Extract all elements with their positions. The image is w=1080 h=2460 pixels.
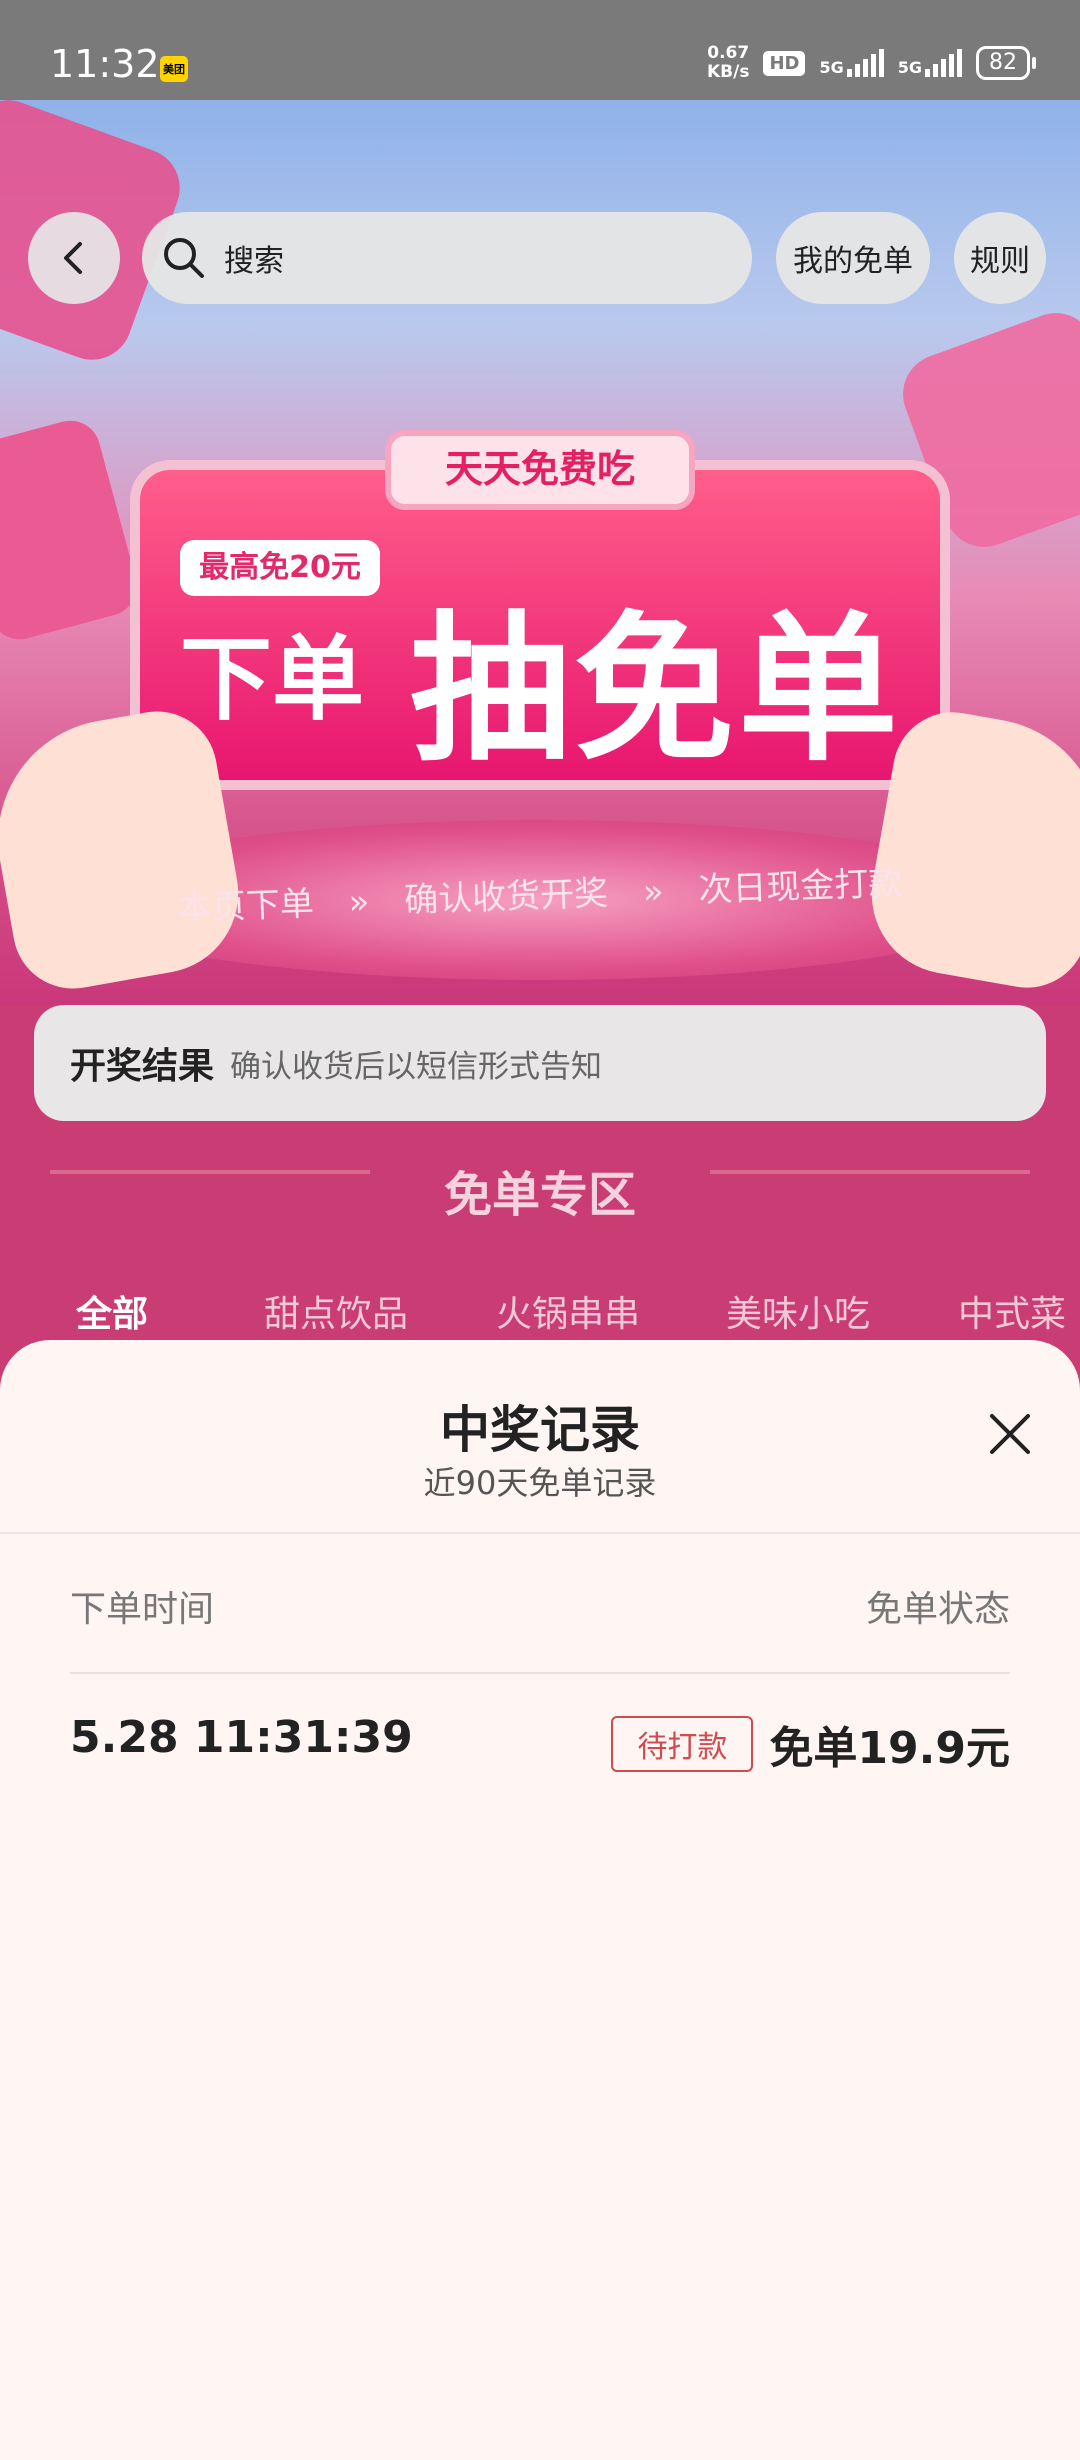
status-badge: 待打款: [611, 1716, 754, 1772]
banner-headline-right: 抽免单: [410, 596, 903, 783]
status-time: 11:32: [50, 42, 160, 86]
signal-2: 5G: [898, 49, 962, 77]
divider: [0, 1532, 1080, 1534]
signal-bars-icon: [925, 49, 962, 77]
record-status-group: 待打款 免单19.9元: [611, 1712, 1010, 1776]
back-button[interactable]: [28, 212, 120, 304]
status-bar: 11:32 美团 0.67 KB/s HD 5G 5G 82: [0, 0, 1080, 100]
step-arrow: »: [642, 871, 665, 913]
tab-all[interactable]: 全部: [76, 1285, 148, 1337]
record-amount: 免单19.9元: [769, 1723, 1010, 1774]
column-header-time: 下单时间: [70, 1589, 215, 1630]
tab-snacks[interactable]: 美味小吃: [726, 1285, 870, 1337]
banner-decoration: [0, 413, 144, 647]
column-header-status: 免单状态: [865, 1589, 1010, 1630]
record-order-time: 5.28 11:31:39: [70, 1712, 413, 1763]
sheet-title: 中奖记录: [440, 1401, 640, 1459]
my-free-orders-button[interactable]: 我的免单: [776, 212, 930, 304]
signal-2-label: 5G: [897, 58, 922, 77]
network-speed-unit: KB/s: [706, 62, 750, 82]
step-2: 确认收货开奖: [403, 873, 609, 921]
meituan-notification-icon: 美团: [160, 56, 188, 82]
search-bar[interactable]: 搜索: [142, 212, 752, 304]
rules-button[interactable]: 规则: [954, 212, 1046, 304]
notice-label: 开奖结果: [70, 1046, 215, 1087]
search-placeholder: 搜索: [224, 244, 284, 279]
winning-records-sheet: 中奖记录 近90天免单记录 下单时间 免单状态 5.28 11:31:39 待打…: [0, 1340, 1080, 2460]
network-speed: 0.67 KB/s: [707, 44, 749, 82]
close-icon[interactable]: [980, 1404, 1040, 1464]
banner-tag: 天天免费吃: [385, 430, 695, 510]
step-3: 次日现金打款: [697, 863, 904, 911]
search-icon: [164, 238, 204, 278]
notice-text: 确认收货后以短信形式告知: [230, 1048, 603, 1085]
back-arrow-icon: [64, 242, 82, 274]
signal-1: 5G: [819, 49, 884, 77]
signal-1-label: 5G: [819, 58, 844, 77]
battery-icon: 82: [976, 46, 1036, 80]
sheet-subtitle: 近90天免单记录: [423, 1464, 657, 1502]
zone-title: 免单专区: [443, 1167, 636, 1223]
tab-chinese-dishes[interactable]: 中式菜: [958, 1285, 1066, 1337]
banner-headline-left: 下单: [180, 626, 365, 733]
status-right-group: 0.67 KB/s HD 5G 5G 82: [707, 44, 1036, 82]
signal-bars-icon: [846, 49, 884, 77]
category-tabs: 全部 甜点饮品 火锅串串 美味小吃 中式菜: [0, 1285, 1080, 1345]
step-arrow: »: [347, 881, 371, 923]
tab-hotpot[interactable]: 火锅串串: [496, 1285, 640, 1337]
divider: [70, 1672, 1010, 1674]
hd-volte-icon: HD: [763, 50, 806, 76]
tab-desserts-drinks[interactable]: 甜点饮品: [264, 1285, 408, 1337]
draw-result-notice: 开奖结果 确认收货后以短信形式告知: [34, 1005, 1046, 1121]
network-speed-value: 0.67: [707, 43, 750, 63]
max-free-badge: 最高免20元: [180, 540, 380, 596]
step-1: 本页下单: [177, 883, 315, 929]
